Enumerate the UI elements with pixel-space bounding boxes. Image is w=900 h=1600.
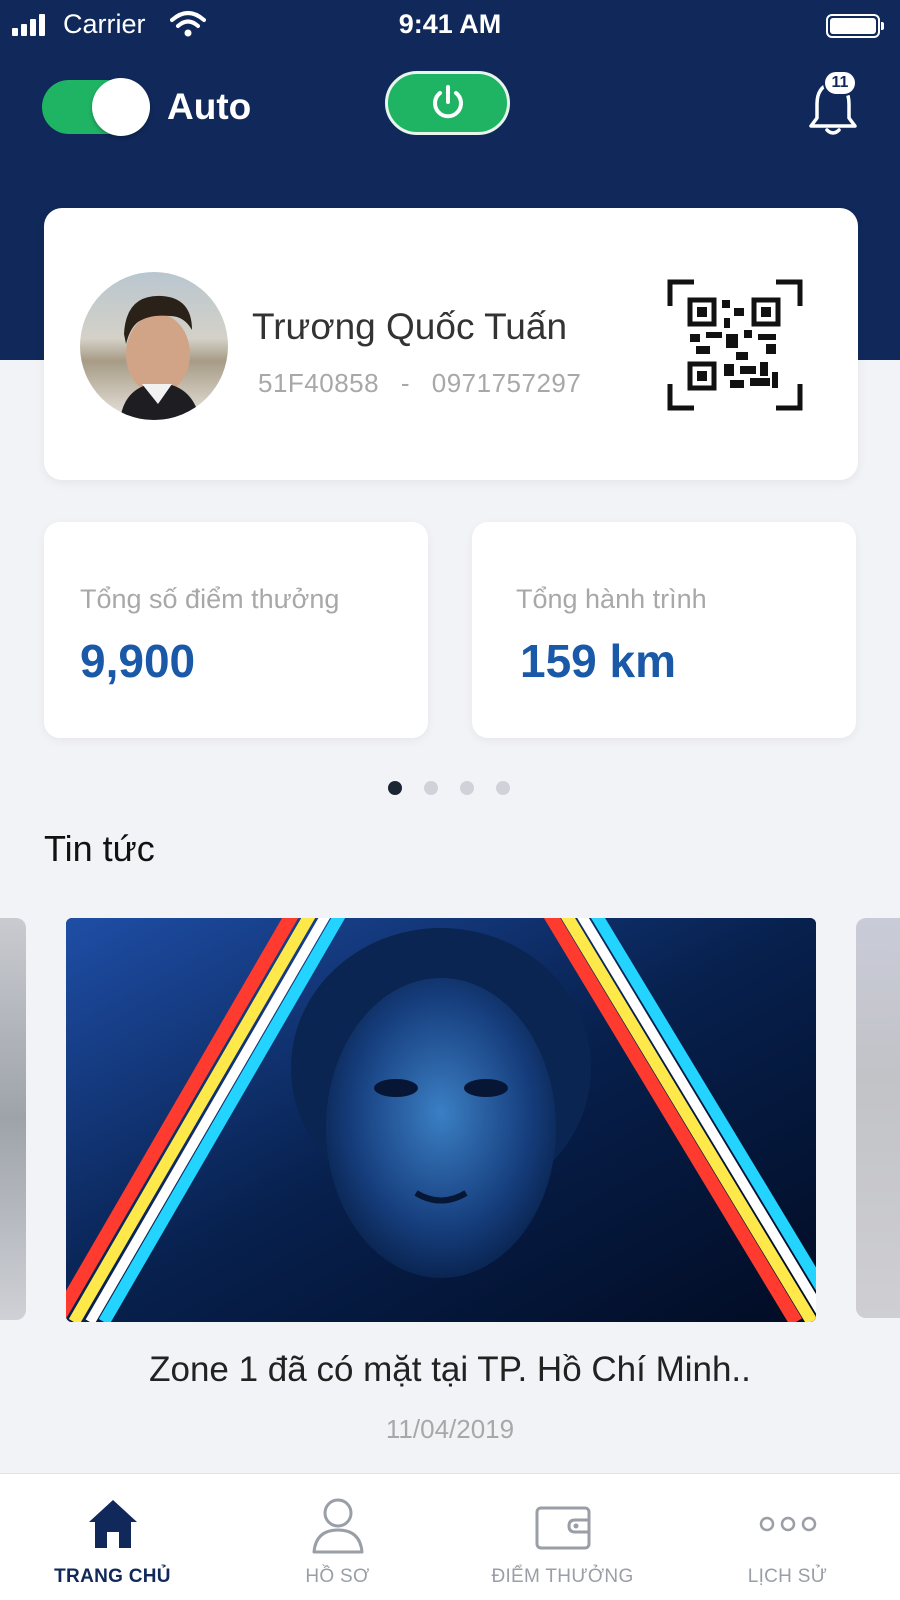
tab-rewards[interactable]: ĐIỂM THƯỞNG (450, 1474, 675, 1600)
tab-bar: TRANG CHỦ HỒ SƠ ĐIỂM THƯỞNG LỊCH SỬ (0, 1473, 900, 1600)
tab-label: TRANG CHỦ (54, 1566, 171, 1587)
news-section-title: Tin tức (44, 828, 155, 869)
phone-number: 0971757297 (431, 368, 582, 398)
toggle-knob (92, 78, 150, 136)
profile-card[interactable]: Trương Quốc Tuấn 51F40858 - 0971757297 (44, 208, 858, 480)
tab-label: LỊCH SỬ (747, 1566, 828, 1587)
profile-name: Trương Quốc Tuấn (252, 306, 568, 347)
stat-label: Tổng số điểm thưởng (80, 584, 340, 614)
page-dot[interactable] (460, 781, 474, 795)
status-time: 9:41 AM (398, 9, 502, 39)
tab-home[interactable]: TRANG CHỦ (0, 1474, 225, 1600)
news-date: 11/04/2019 (385, 1414, 515, 1444)
auto-label: Auto (167, 86, 252, 127)
news-image[interactable] (66, 918, 816, 1322)
page-dot[interactable] (388, 781, 402, 795)
stat-value: 159 km (520, 635, 677, 687)
license-plate: 51F40858 (258, 368, 380, 398)
news-title[interactable]: Zone 1 đã có mặt tại TP. Hồ Chí Minh.. (0, 1350, 900, 1390)
power-button[interactable] (385, 71, 510, 135)
tab-label: HỒ SƠ (305, 1566, 370, 1587)
qr-code-icon[interactable] (666, 278, 804, 412)
total-distance-card[interactable]: Tổng hành trình 159 km (472, 522, 856, 738)
avatar (80, 272, 228, 420)
tab-history[interactable]: LỊCH SỬ (675, 1474, 900, 1600)
auto-toggle[interactable] (42, 78, 150, 136)
notification-badge: 11 (823, 70, 857, 96)
profile-details: 51F40858 - 0971757297 (258, 368, 581, 399)
wallet-icon (535, 1506, 590, 1550)
user-icon (312, 1498, 363, 1554)
page-indicator[interactable] (388, 781, 510, 795)
status-bar: Carrier 9:41 AM (0, 0, 900, 50)
page-dot[interactable] (496, 781, 510, 795)
home-icon (88, 1500, 137, 1548)
separator: - (400, 368, 411, 398)
more-icon (759, 1516, 816, 1532)
news-card-next[interactable] (856, 918, 900, 1318)
reward-points-card[interactable]: Tổng số điểm thưởng 9,900 (44, 522, 428, 738)
power-icon (432, 85, 463, 119)
tab-profile[interactable]: HỒ SƠ (225, 1474, 450, 1600)
news-card-previous[interactable] (0, 918, 26, 1320)
stat-label: Tổng hành trình (516, 584, 707, 614)
battery-icon (826, 14, 884, 38)
stat-value: 9,900 (80, 635, 196, 687)
tab-label: ĐIỂM THƯỞNG (491, 1566, 634, 1587)
page-dot[interactable] (424, 781, 438, 795)
